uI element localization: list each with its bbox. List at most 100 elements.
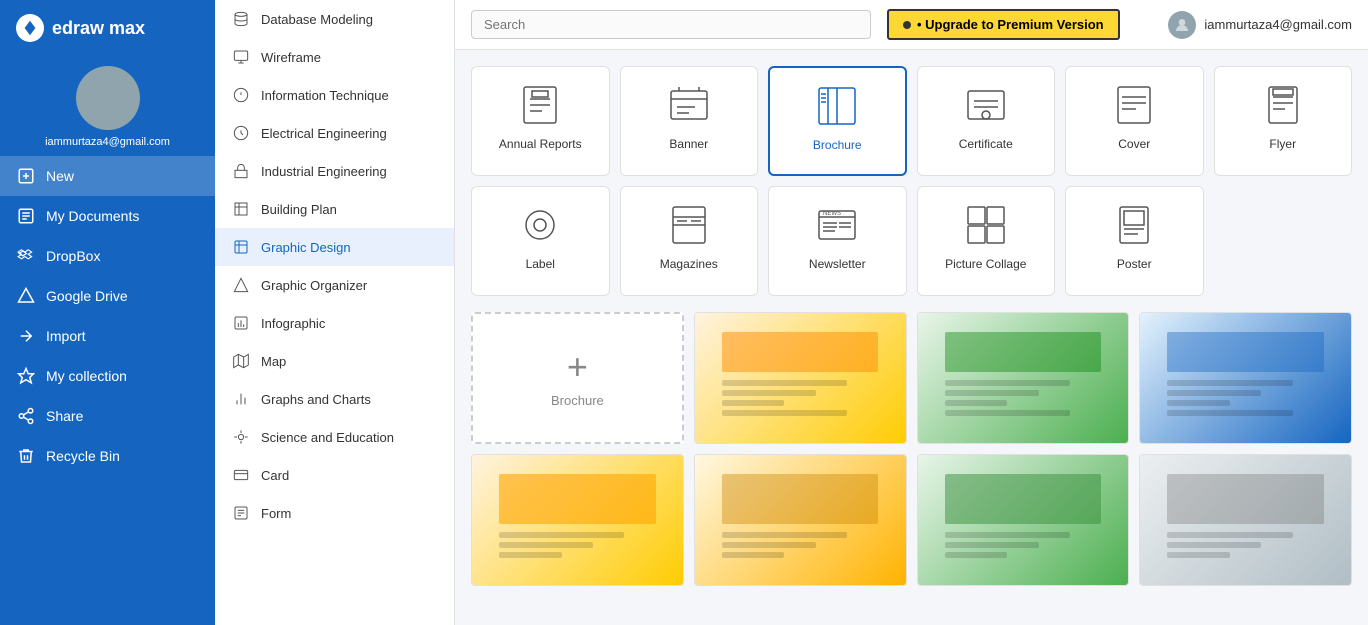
nav-label: Wireframe — [261, 50, 321, 65]
sidebar-item-recycle-bin[interactable]: Recycle Bin — [0, 436, 215, 476]
nav-item-card[interactable]: Card — [215, 456, 454, 494]
topbar: • Upgrade to Premium Version iammurtaza4… — [455, 0, 1368, 50]
user-email-topbar: iammurtaza4@gmail.com — [1204, 17, 1352, 32]
brochure-template-4[interactable] — [471, 454, 684, 586]
sidebar-item-my-collection[interactable]: My collection — [0, 356, 215, 396]
infographic-icon — [231, 313, 251, 333]
nav-label: Map — [261, 354, 286, 369]
nav-item-graphic-organizer[interactable]: Graphic Organizer — [215, 266, 454, 304]
trash-icon — [16, 446, 36, 466]
card-icon — [231, 465, 251, 485]
template-card-magazines[interactable]: Magazines — [620, 186, 759, 296]
new-brochure-label: Brochure — [551, 393, 604, 408]
template-card-cover[interactable]: Cover — [1065, 66, 1204, 176]
label-type-icon — [516, 201, 564, 249]
template-card-newsletter[interactable]: NEWS Newsletter — [768, 186, 907, 296]
nav-item-map[interactable]: Map — [215, 342, 454, 380]
template-card-banner[interactable]: Banner — [620, 66, 759, 176]
template-card-annual-reports[interactable]: Annual Reports — [471, 66, 610, 176]
new-icon — [16, 166, 36, 186]
nav-label: Form — [261, 506, 291, 521]
template-card-label: Brochure — [813, 138, 862, 152]
sidebar-item-label: New — [46, 168, 74, 184]
plus-icon: + — [567, 349, 588, 385]
template-card-label[interactable]: Label — [471, 186, 610, 296]
app-title: edraw max — [52, 18, 145, 39]
nav-item-infographic[interactable]: Infographic — [215, 304, 454, 342]
avatar — [76, 66, 140, 130]
template-card-poster[interactable]: Poster — [1065, 186, 1204, 296]
sidebar-item-label: DropBox — [46, 248, 100, 264]
nav-label: Building Plan — [261, 202, 337, 217]
template-card-label: Certificate — [959, 137, 1013, 151]
template-card-label: Label — [526, 257, 555, 271]
nav-item-science-and-education[interactable]: Science and Education — [215, 418, 454, 456]
brochure-template-6[interactable] — [917, 454, 1130, 586]
charts-icon — [231, 389, 251, 409]
nav-label: Card — [261, 468, 289, 483]
nav-label: Database Modeling — [261, 12, 373, 27]
nav-item-form[interactable]: Form — [215, 494, 454, 532]
template-card-certificate[interactable]: Certificate — [917, 66, 1056, 176]
industrial-icon — [231, 161, 251, 181]
brochure-template-7[interactable] — [1139, 454, 1352, 586]
template-type-grid: Annual Reports Banner Brochure — [471, 66, 1352, 296]
banner-icon — [665, 81, 713, 129]
user-info-area: iammurtaza4@gmail.com — [1168, 11, 1352, 39]
flyer-icon — [1259, 81, 1307, 129]
newsletter-icon: NEWS — [813, 201, 861, 249]
template-card-label: Flyer — [1269, 137, 1296, 151]
template-card-label: Annual Reports — [499, 137, 582, 151]
sidebar-item-label: Import — [46, 328, 86, 344]
share-icon — [16, 406, 36, 426]
nav-label: Industrial Engineering — [261, 164, 387, 179]
user-email: iammurtaza4@gmail.com — [45, 136, 170, 148]
brochure-thumbnail-1 — [695, 313, 906, 443]
sidebar-item-share[interactable]: Share — [0, 396, 215, 436]
sidebar-item-label: Recycle Bin — [46, 448, 120, 464]
sidebar-item-google-drive[interactable]: Google Drive — [0, 276, 215, 316]
info-icon — [231, 85, 251, 105]
logo-icon — [16, 14, 44, 42]
nav-item-database-modeling[interactable]: Database Modeling — [215, 0, 454, 38]
brochure-template-5[interactable] — [694, 454, 907, 586]
nav-item-wireframe[interactable]: Wireframe — [215, 38, 454, 76]
brochure-template-2[interactable] — [917, 312, 1130, 444]
sidebar-item-new[interactable]: New — [0, 156, 215, 196]
sidebar-item-my-documents[interactable]: My Documents — [0, 196, 215, 236]
sidebar-item-label: Google Drive — [46, 288, 128, 304]
nav-item-industrial-engineering[interactable]: Industrial Engineering — [215, 152, 454, 190]
sidebar-item-import[interactable]: Import — [0, 316, 215, 356]
template-card-picture-collage[interactable]: Picture Collage — [917, 186, 1056, 296]
upgrade-button[interactable]: • Upgrade to Premium Version — [887, 9, 1120, 40]
search-input[interactable] — [471, 10, 871, 39]
template-card-flyer[interactable]: Flyer — [1214, 66, 1353, 176]
nav-item-information-technique[interactable]: Information Technique — [215, 76, 454, 114]
template-card-brochure[interactable]: Brochure — [768, 66, 907, 176]
electrical-icon — [231, 123, 251, 143]
google-drive-icon — [16, 286, 36, 306]
nav-label: Electrical Engineering — [261, 126, 387, 141]
science-icon — [231, 427, 251, 447]
nav-item-graphic-design[interactable]: Graphic Design — [215, 228, 454, 266]
certificate-icon — [962, 81, 1010, 129]
nav-item-building-plan[interactable]: Building Plan — [215, 190, 454, 228]
sidebar-navigation: New My Documents DropBox Google Drive Im… — [0, 156, 215, 625]
brochure-template-3[interactable] — [1139, 312, 1352, 444]
brochure-templates-grid: + Brochure — [471, 312, 1352, 586]
template-card-label: Newsletter — [809, 257, 866, 271]
nav-label: Graphs and Charts — [261, 392, 371, 407]
upgrade-label: • Upgrade to Premium Version — [917, 17, 1104, 32]
nav-item-electrical-engineering[interactable]: Electrical Engineering — [215, 114, 454, 152]
import-icon — [16, 326, 36, 346]
template-card-label: Banner — [669, 137, 708, 151]
nav-item-graphs-and-charts[interactable]: Graphs and Charts — [215, 380, 454, 418]
new-brochure-card[interactable]: + Brochure — [471, 312, 684, 444]
sidebar-item-dropbox[interactable]: DropBox — [0, 236, 215, 276]
brochure-template-1[interactable] — [694, 312, 907, 444]
brochure-thumbnail-3 — [1140, 313, 1351, 443]
poster-icon — [1110, 201, 1158, 249]
upgrade-dot-icon — [903, 21, 911, 29]
template-card-label: Cover — [1118, 137, 1150, 151]
category-navigation: Database Modeling Wireframe Information … — [215, 0, 455, 625]
